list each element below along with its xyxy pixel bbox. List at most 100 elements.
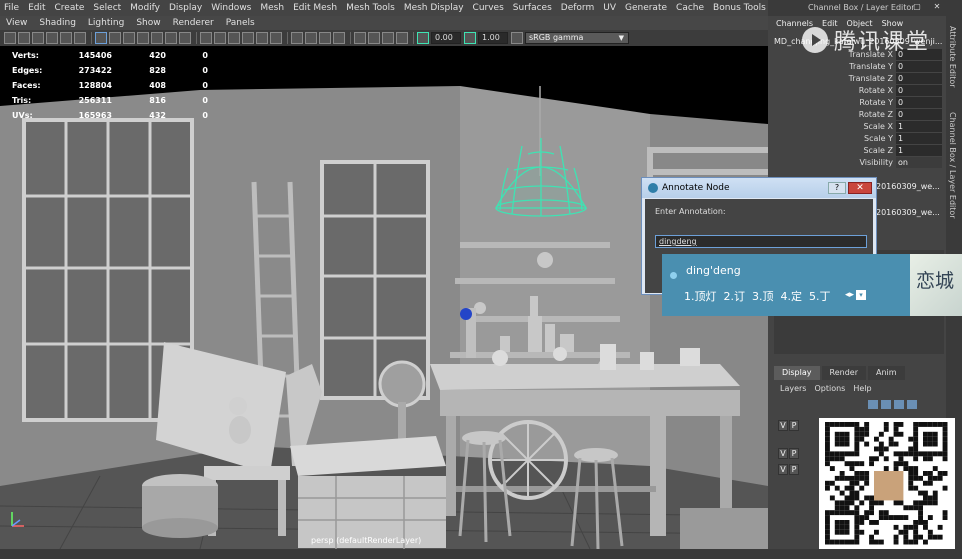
menu-bonus-tools[interactable]: Bonus Tools (713, 3, 766, 13)
xray-icon[interactable] (291, 32, 303, 44)
depth-of-field-icon[interactable] (396, 32, 408, 44)
panel-menu-renderer[interactable]: Renderer (173, 18, 214, 28)
menu-select[interactable]: Select (93, 3, 121, 13)
panel-menu-view[interactable]: View (6, 18, 27, 28)
safe-action-icon[interactable] (165, 32, 177, 44)
help-icon[interactable]: ? (828, 182, 846, 194)
layer-tab-anim[interactable]: Anim (867, 366, 905, 380)
ime-candidate[interactable]: 1.顶灯 (684, 290, 717, 303)
layer-tab-render[interactable]: Render (821, 366, 866, 380)
menu-deform[interactable]: Deform (561, 3, 594, 13)
2d-pan-icon[interactable] (60, 32, 72, 44)
lighting-icon[interactable] (256, 32, 268, 44)
panel-menu-lighting[interactable]: Lighting (88, 18, 124, 28)
attribute-row[interactable]: Scale Z1 (768, 144, 946, 156)
textured-icon[interactable] (242, 32, 254, 44)
close-panel-icon[interactable]: ✕ (932, 2, 942, 12)
attribute-value-field[interactable]: 1 (896, 144, 942, 156)
3d-viewport[interactable]: Verts: 145406 420 0 Edges: 273422 828 0 Faces: 12… (0, 46, 768, 549)
menu-mesh-display[interactable]: Mesh Display (404, 3, 464, 13)
gate-mask-icon[interactable] (137, 32, 149, 44)
attribute-row[interactable]: Translate Z0 (768, 72, 946, 84)
attribute-value-field[interactable]: 0 (896, 96, 942, 108)
new-layer-icon[interactable] (894, 400, 904, 409)
attribute-row[interactable]: Translate Y0 (768, 60, 946, 72)
layer-menu-help[interactable]: Help (853, 384, 871, 393)
menu-windows[interactable]: Windows (211, 3, 251, 13)
move-layer-up-icon[interactable] (868, 400, 878, 409)
next-page-icon[interactable]: ▸ (850, 290, 855, 300)
menu-surfaces[interactable]: Surfaces (513, 3, 552, 13)
menu-mesh[interactable]: Mesh (260, 3, 284, 13)
attribute-value-field[interactable]: 0 (896, 108, 942, 120)
gamma-icon[interactable] (464, 32, 476, 44)
isolate-select-icon[interactable] (333, 32, 345, 44)
menu-create[interactable]: Create (55, 3, 85, 13)
attribute-value-field[interactable]: 1 (896, 132, 942, 144)
wireframe-icon[interactable] (200, 32, 212, 44)
attribute-row[interactable]: Rotate Z0 (768, 108, 946, 120)
attribute-value-field[interactable]: 0 (896, 84, 942, 96)
attribute-row[interactable]: Visibility on (768, 156, 946, 168)
ime-candidate[interactable]: 4.定 (781, 290, 803, 303)
camera-attributes-icon[interactable] (18, 32, 30, 44)
attribute-value-field[interactable]: 1 (896, 120, 942, 132)
menu-file[interactable]: File (4, 3, 19, 13)
xray-joints-icon[interactable] (319, 32, 331, 44)
color-management-icon[interactable] (511, 32, 523, 44)
shadows-icon[interactable] (270, 32, 282, 44)
ambient-occlusion-icon[interactable] (354, 32, 366, 44)
attribute-row[interactable]: Scale Y1 (768, 132, 946, 144)
layer-menu-options[interactable]: Options (814, 384, 845, 393)
annotation-input[interactable]: dingdeng (655, 235, 867, 248)
anti-aliasing-icon[interactable] (382, 32, 394, 44)
safe-title-icon[interactable] (179, 32, 191, 44)
gamma-field[interactable]: 1.00 (478, 32, 508, 44)
grid-icon[interactable] (95, 32, 107, 44)
layer-row[interactable]: VP (778, 464, 818, 476)
attribute-row[interactable]: Rotate X0 (768, 84, 946, 96)
view-transform-dropdown[interactable]: sRGB gamma (525, 32, 629, 44)
attribute-value-field[interactable]: on (896, 156, 942, 168)
image-plane-icon[interactable] (46, 32, 58, 44)
layer-tab-display[interactable]: Display (774, 366, 820, 380)
attribute-value-field[interactable]: 0 (896, 60, 942, 72)
menu-modify[interactable]: Modify (130, 3, 160, 13)
panel-menu-shading[interactable]: Shading (39, 18, 76, 28)
select-camera-icon[interactable] (4, 32, 16, 44)
attribute-row[interactable]: Scale X1 (768, 120, 946, 132)
exposure-field[interactable]: 0.00 (431, 32, 461, 44)
ime-candidate[interactable]: 5.丁 (809, 290, 831, 303)
tab-channel-box[interactable]: Channel Box / Layer Editor (948, 112, 957, 219)
new-layer-from-selection-icon[interactable] (907, 400, 917, 409)
ime-candidate[interactable]: 2.订 (724, 290, 746, 303)
bookmark-icon[interactable] (32, 32, 44, 44)
layer-row[interactable]: VP (778, 420, 818, 432)
menu-edit-mesh[interactable]: Edit Mesh (293, 3, 337, 13)
xray-active-icon[interactable] (305, 32, 317, 44)
float-icon[interactable]: ▢ (912, 2, 922, 12)
menu-uv[interactable]: UV (603, 3, 616, 13)
layer-row[interactable]: VP (778, 448, 818, 460)
move-layer-down-icon[interactable] (881, 400, 891, 409)
expand-icon[interactable]: ▾ (856, 290, 867, 300)
ime-ad-banner[interactable]: 恋城 (910, 254, 962, 316)
field-chart-icon[interactable] (151, 32, 163, 44)
panel-menu-show[interactable]: Show (136, 18, 160, 28)
smooth-shade-icon[interactable] (214, 32, 226, 44)
menu-display[interactable]: Display (169, 3, 202, 13)
attribute-value-field[interactable]: 0 (896, 72, 942, 84)
motion-blur-icon[interactable] (368, 32, 380, 44)
grease-pencil-icon[interactable] (74, 32, 86, 44)
attribute-row[interactable]: Rotate Y0 (768, 96, 946, 108)
layer-menu-layers[interactable]: Layers (780, 384, 806, 393)
menu-generate[interactable]: Generate (625, 3, 667, 13)
menu-curves[interactable]: Curves (473, 3, 504, 13)
menu-edit[interactable]: Edit (28, 3, 45, 13)
resolution-gate-icon[interactable] (123, 32, 135, 44)
wireframe-on-shaded-icon[interactable] (228, 32, 240, 44)
menu-mesh-tools[interactable]: Mesh Tools (346, 3, 395, 13)
exposure-icon[interactable] (417, 32, 429, 44)
film-gate-icon[interactable] (109, 32, 121, 44)
tab-attribute-editor[interactable]: Attribute Editor (948, 26, 957, 88)
